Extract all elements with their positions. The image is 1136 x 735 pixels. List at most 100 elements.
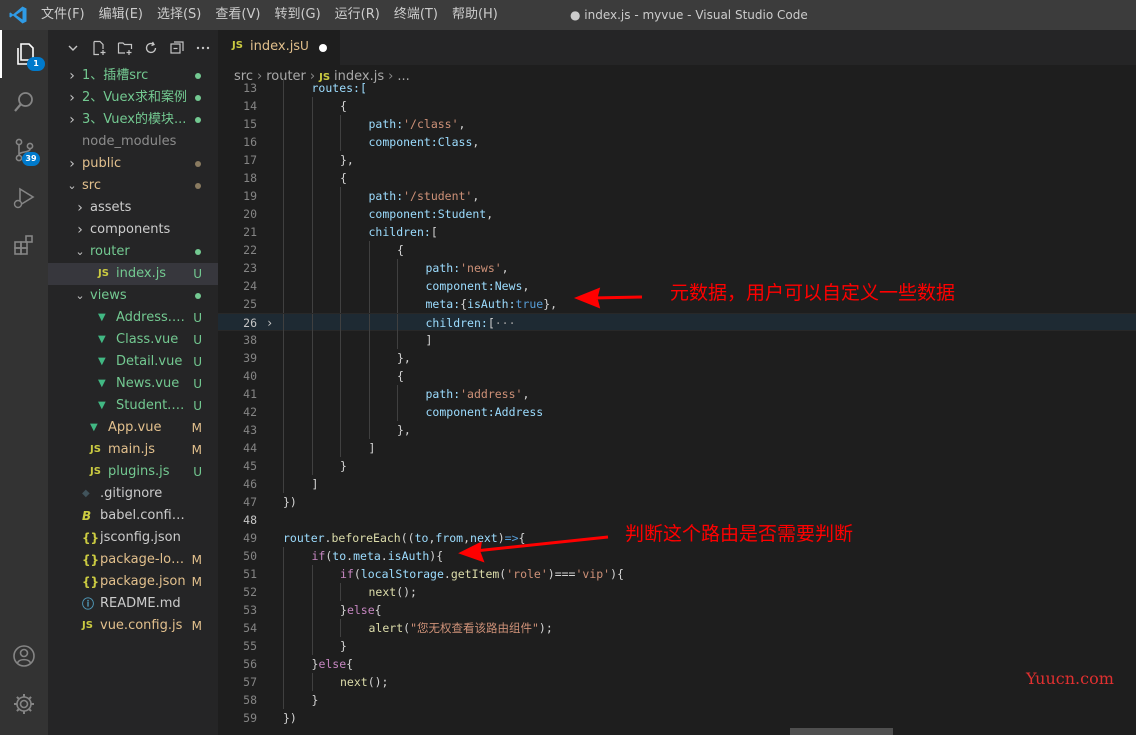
tree-file[interactable]: ▼ Detail.vue U [48,351,218,373]
indent-guide [283,691,284,709]
menu-item[interactable]: 编辑(E) [92,0,150,30]
code-token: if [340,567,354,581]
code-text: } [312,691,319,709]
tree-file[interactable]: {}package-lock.jsonM [48,549,218,571]
indent-guide [311,565,313,583]
vue-file-icon: ▼ [90,422,98,433]
tree-file[interactable]: ▼ Student.vue U [48,395,218,417]
code-token: isAuth: [467,297,516,311]
code-token: path: [368,117,404,131]
tree-file[interactable]: JS index.js U [48,263,218,285]
menu-item[interactable]: 终端(T) [387,0,445,30]
line-number: 54 [243,621,257,635]
explorer-activity-button[interactable]: 1 [0,30,48,78]
indent-guide [340,259,341,277]
chevron-right-icon: › [69,156,75,172]
vue-file-icon: ▼ [98,334,106,345]
source-control-activity-button[interactable]: 39 [0,126,48,174]
indent-guide [283,314,284,332]
info-file-icon: ⓘ [82,597,95,611]
menu-item[interactable]: 运行(R) [328,0,387,30]
tree-file[interactable]: Bbabel.config.js [48,505,218,527]
code-line: 40 { [218,367,1136,385]
accounts-activity-button[interactable] [0,632,48,680]
line-number: 58 [243,693,257,707]
tree-folder[interactable]: › 3、Vuex的模块... [48,109,218,131]
tree-file[interactable]: JS plugins.js U [48,461,218,483]
manage-activity-button[interactable] [0,680,48,728]
tree-folder[interactable]: › 1、插槽src [48,65,218,87]
tree-folder[interactable]: ⌄ views [48,285,218,307]
tree-folder[interactable]: node_modules [48,131,218,153]
refresh-button[interactable] [138,34,164,62]
indent-guide [283,421,284,439]
new-folder-button[interactable] [112,34,138,62]
tree-item-label: jsconfig.json [100,530,181,545]
fold-chevron-icon[interactable]: › [266,314,273,332]
menu-item[interactable]: 文件(F) [34,0,92,30]
tab-index-js[interactable]: JS index.js U [218,30,340,65]
indent-guide [340,421,341,439]
indent-guide [340,314,341,332]
indent-guide [397,259,398,277]
menu-item[interactable]: 选择(S) [150,0,208,30]
code-token: if [311,549,326,563]
run-debug-activity-button[interactable] [0,174,48,222]
tree-file[interactable]: ▼ News.vue U [48,373,218,395]
tree-folder[interactable]: ⌄ src [48,175,218,197]
tree-folder[interactable]: › components [48,219,218,241]
indent-guide [340,205,341,223]
run-debug-icon [13,187,35,209]
tree-file[interactable]: {} package.json M [48,571,218,593]
git-status-badge: M [191,553,202,567]
menu-item[interactable]: 帮助(H) [445,0,505,30]
tree-folder[interactable]: ⌄ router [48,241,218,263]
code-token: . [443,567,451,581]
code-text: }) [283,709,297,727]
more-actions-button[interactable] [190,34,216,62]
search-icon [14,92,33,112]
tree-item-label: public [82,156,122,171]
new-file-button[interactable] [86,34,112,62]
tree-file[interactable]: ⓘ README.md [48,593,218,615]
extensions-activity-button[interactable] [0,222,48,270]
collapse-chevron-icon[interactable] [60,34,86,62]
tree-file[interactable]: ▼ App.vue M [48,417,218,439]
tree-file[interactable]: {} jsconfig.json [48,527,218,549]
unsaved-dot-icon[interactable] [319,44,327,52]
code-token: ){ [610,567,624,581]
tree-folder[interactable]: › assets [48,197,218,219]
tree-file[interactable]: JS vue.config.js M [48,615,218,637]
git-status-badge: M [191,421,202,435]
collapse-all-button[interactable] [164,34,190,62]
line-number: 20 [243,207,257,221]
tree-file[interactable]: ◆ .gitignore [48,483,218,505]
code-text: children:[··· [426,314,516,332]
tree-folder[interactable]: › 2、Vuex求和案例 [48,87,218,109]
menu-item[interactable]: 查看(V) [208,0,267,30]
tree-item-label: Class.vue [116,332,179,347]
tree-file[interactable]: ▼ Class.vue U [48,329,218,351]
horizontal-scrollbar[interactable] [790,728,893,735]
new-file-icon [93,40,106,56]
indent-guide [311,421,313,439]
indent-guide [283,295,284,313]
code-token: else [346,603,375,617]
vue-file-icon: ▼ [98,312,106,323]
code-line: 59}) [218,709,1136,727]
code-token: => [504,531,519,545]
line-number: 48 [243,513,257,527]
tree-file[interactable]: JS main.js M [48,439,218,461]
code-token: , [472,189,480,203]
code-editor[interactable]: 13 routes:[14{15 path:'/class', 16 component… [218,79,1136,735]
code-line: 19 path:'/student', [218,187,1136,205]
tree-file[interactable]: ▼ Address.vue U [48,307,218,329]
menu-item[interactable]: 转到(G) [267,0,327,30]
indent-guide [283,331,284,349]
search-activity-button[interactable] [0,78,48,126]
indent-guide [283,439,284,457]
tree-folder[interactable]: › public [48,153,218,175]
editor-area: JS index.js U src › router › JS index.js ›... … [218,30,1136,735]
code-text: { [340,169,347,187]
indent-guide [283,187,284,205]
